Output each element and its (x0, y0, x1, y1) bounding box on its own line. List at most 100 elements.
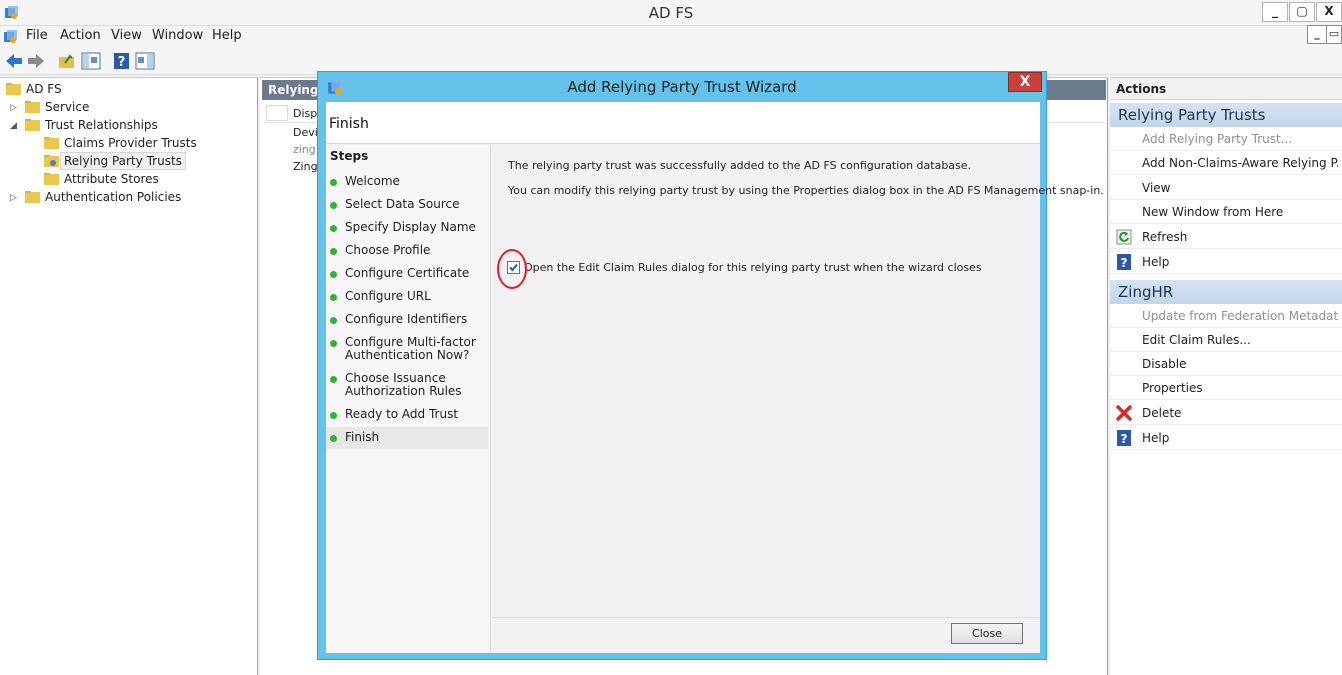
steps-header: Steps (330, 149, 369, 163)
step-status-icon (330, 271, 337, 278)
show-hide-action-pane-icon[interactable] (134, 51, 156, 71)
action-label: Add Non-Claims-Aware Relying P... (1142, 156, 1338, 170)
step-status-icon (330, 412, 337, 419)
menu-action[interactable]: Action (60, 28, 101, 43)
action-view[interactable]: View (1110, 176, 1342, 200)
step-status-icon (330, 340, 337, 347)
back-arrow-icon[interactable] (3, 51, 25, 71)
help-icon[interactable]: ? (111, 51, 133, 71)
section-relying-party-trusts[interactable]: Relying Party Trusts (1110, 103, 1342, 127)
actions-pane: Actions Relying Party Trusts Add Relying… (1110, 77, 1342, 675)
dialog-close-button[interactable]: X (1008, 72, 1042, 92)
folder-icon (25, 119, 40, 131)
step-label: Configure Identifiers (345, 312, 468, 326)
step-label: Finish (345, 430, 380, 444)
menu-file[interactable]: File (26, 28, 48, 43)
section-zinghr[interactable]: ZingHR (1110, 280, 1342, 304)
folder-icon (25, 101, 40, 113)
column-icon-header[interactable] (266, 105, 288, 121)
step-status-icon (330, 317, 337, 324)
step-label: Choose Issuance Authorization Rules (345, 371, 462, 398)
title-bar: AD FS _ ▢ X (0, 0, 1342, 26)
step-status-icon (330, 294, 337, 301)
up-folder-icon[interactable] (56, 51, 78, 71)
action-properties[interactable]: Properties (1110, 376, 1342, 400)
action-label: View (1142, 181, 1171, 195)
step-configure-url: Configure URL (326, 290, 488, 310)
step-specify-display-name: Specify Display Name (326, 221, 488, 241)
step-status-icon (330, 376, 337, 383)
show-hide-tree-icon[interactable] (80, 51, 102, 71)
tree-label: Authentication Policies (45, 190, 182, 204)
console-tree: AD FS ▷ Service ◢ Trust Relationships Cl… (0, 77, 258, 675)
tree-label: Attribute Stores (64, 172, 159, 186)
step-label: Specify Display Name (345, 220, 476, 234)
close-window-button[interactable]: X (1316, 2, 1342, 22)
step-status-icon (330, 248, 337, 255)
step-configure-mfa: Configure Multi-factor Authentication No… (326, 336, 488, 368)
svg-text:?: ? (1121, 256, 1128, 270)
dialog-title: Add Relying Party Trust Wizard (567, 78, 797, 96)
step-label: Configure URL (345, 289, 431, 303)
step-status-icon (330, 202, 337, 209)
dialog-body: Finish Steps Welcome Select Data Source … (326, 102, 1104, 653)
action-add-non-claims-aware[interactable]: Add Non-Claims-Aware Relying P... (1110, 151, 1342, 175)
checkbox-label[interactable]: Open the Edit Claim Rules dialog for thi… (524, 261, 982, 274)
tree-label: Claims Provider Trusts (64, 136, 197, 150)
minimize-button[interactable]: _ (1262, 2, 1288, 22)
action-label: Delete (1142, 406, 1182, 420)
page-title: Finish (329, 116, 369, 132)
delete-icon (1116, 405, 1132, 421)
tree-label: Trust Relationships (45, 118, 158, 132)
step-status-icon (330, 435, 337, 442)
step-configure-identifiers: Configure Identifiers (326, 313, 488, 333)
menu-window[interactable]: Window (152, 28, 203, 43)
forward-arrow-icon[interactable] (25, 51, 47, 71)
action-new-window[interactable]: New Window from Here (1110, 200, 1342, 224)
dialog-footer: Close (492, 617, 1040, 653)
child-minimize-button[interactable]: _ (1307, 25, 1327, 44)
page-header: Finish (326, 102, 1040, 144)
expand-arrow-icon[interactable]: ▷ (10, 100, 20, 116)
action-label: Edit Claim Rules... (1142, 333, 1251, 347)
step-label: Configure Multi-factor Authentication No… (345, 335, 476, 362)
menu-help[interactable]: Help (212, 28, 242, 43)
step-finish: Finish (326, 427, 488, 449)
action-refresh[interactable]: Refresh (1110, 225, 1342, 249)
mmc-icon[interactable] (3, 29, 19, 45)
action-edit-claim-rules[interactable]: Edit Claim Rules... (1110, 328, 1342, 352)
action-label: Disable (1142, 357, 1187, 371)
actions-header: Actions (1110, 78, 1342, 100)
step-choose-profile: Choose Profile (326, 244, 488, 264)
action-label: Add Relying Party Trust... (1142, 132, 1293, 146)
action-add-relying-party-trust[interactable]: Add Relying Party Trust... (1110, 127, 1342, 151)
content-panel: The relying party trust was successfully… (492, 145, 1104, 653)
svg-text:?: ? (1121, 432, 1128, 446)
close-button[interactable]: Close (951, 623, 1023, 644)
window-title: AD FS (648, 4, 694, 22)
svg-text:?: ? (118, 55, 126, 70)
expand-arrow-icon[interactable]: ▷ (10, 190, 20, 206)
child-restore-button[interactable]: ▭ (1326, 25, 1342, 44)
step-status-icon (330, 179, 337, 186)
action-delete[interactable]: Delete (1110, 401, 1342, 425)
step-choose-issuance-rules: Choose Issuance Authorization Rules (326, 372, 488, 404)
menu-bar: File Action View Window Help (0, 26, 1342, 48)
step-configure-certificate: Configure Certificate (326, 267, 488, 287)
action-label: Update from Federation Metadata... (1142, 309, 1338, 323)
action-help-zinghr[interactable]: ? Help (1110, 426, 1342, 450)
action-disable[interactable]: Disable (1110, 352, 1342, 376)
step-welcome: Welcome (326, 175, 488, 195)
action-label: Help (1142, 255, 1170, 269)
collapse-arrow-icon[interactable]: ◢ (10, 118, 20, 134)
refresh-icon (1116, 229, 1132, 245)
action-update-federation-metadata[interactable]: Update from Federation Metadata... (1110, 304, 1342, 328)
action-help[interactable]: ? Help (1110, 250, 1342, 274)
annotation-circle (497, 249, 527, 289)
maximize-button[interactable]: ▢ (1289, 2, 1315, 22)
step-label: Choose Profile (345, 243, 431, 257)
folder-icon (44, 173, 59, 185)
tree-label: Service (45, 100, 90, 114)
help-icon: ? (1117, 254, 1131, 270)
menu-view[interactable]: View (111, 28, 142, 43)
